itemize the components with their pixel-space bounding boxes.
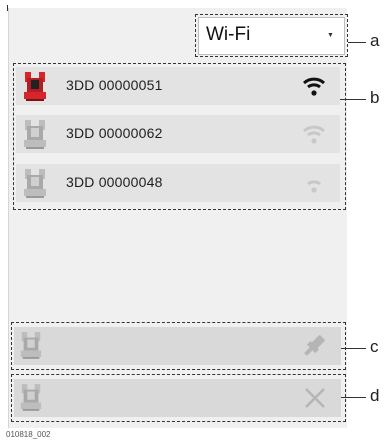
- device-row[interactable]: 3DD 00000062: [16, 115, 340, 153]
- scanner-instrument-icon: [20, 332, 42, 359]
- scanner-instrument-icon: [20, 384, 42, 411]
- device-row[interactable]: 3DD 00000048: [16, 164, 340, 202]
- scanner-instrument-icon: [24, 120, 46, 149]
- wifi-signal-icon: [303, 77, 325, 96]
- figure-caption: 010818_002: [6, 430, 51, 439]
- callout-leader-a: [348, 42, 366, 43]
- connection-type-dropdown[interactable]: Wi-Fi ▼: [198, 17, 345, 55]
- device-name: 3DD 00000062: [66, 125, 163, 141]
- callout-letter-c: c: [370, 337, 379, 356]
- cable-connection-bar[interactable]: [14, 327, 341, 365]
- connection-type-value: Wi-Fi: [206, 24, 251, 45]
- callout-leader-b: [340, 99, 366, 100]
- device-name: 3DD 00000048: [66, 174, 163, 190]
- callout-leader-c: [341, 348, 366, 349]
- wifi-signal-icon: [307, 180, 321, 193]
- device-row[interactable]: 3DD 00000051: [16, 67, 340, 105]
- callout-leader-d: [341, 397, 366, 398]
- callout-letter-a: a: [370, 31, 380, 50]
- wifi-signal-icon: [303, 125, 325, 144]
- callout-letter-d: d: [370, 386, 380, 405]
- scanner-instrument-icon: [24, 72, 46, 101]
- disconnect-bar[interactable]: [14, 379, 341, 417]
- chevron-down-icon: ▼: [327, 32, 334, 39]
- close-icon: [305, 388, 325, 408]
- scanner-instrument-icon: [24, 169, 46, 198]
- device-name: 3DD 00000051: [66, 77, 163, 93]
- callout-letter-b: b: [370, 88, 380, 107]
- usb-plug-icon: [304, 335, 325, 356]
